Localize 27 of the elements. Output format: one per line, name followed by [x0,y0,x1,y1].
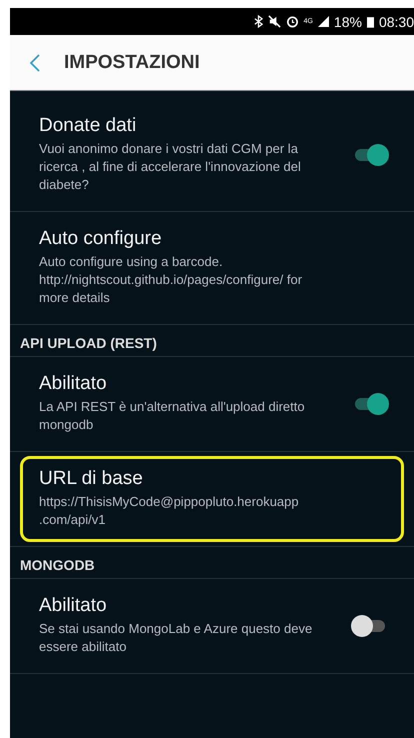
setting-summary: Vuoi anonimo donare i vostri dati CGM per la ricerca , al fine di accelerare l'innovazione del diabete? [39,140,302,194]
setting-item[interactable]: Abilitato La API REST è un'alternativa all'upload diretto mongodb [20,361,404,447]
setting-item[interactable]: Abilitato Se stai usando MongoLab e Azure questo deve essere abilitato [20,583,404,669]
setting-summary: Auto configure using a barcode. http://nightscout.github.io/pages/configure/ for more details [39,253,304,307]
setting-title: Auto configure [39,228,163,250]
battery-icon [366,16,374,28]
clock: 08:30 [378,14,414,30]
setting-title: URL di base [39,468,144,490]
setting-summary: https://ThisisMyCode@pippopluto.herokuapp .com/api/v1 [39,493,300,529]
signal-icon [318,16,329,27]
alarm-icon [286,15,299,28]
mute-icon [268,15,281,28]
setting-summary: La API REST è un'alternativa all'upload diretto mongodb [39,398,306,434]
setting-title: Abilitato [39,595,108,617]
section-header: MONGODB [10,547,414,579]
back-icon [30,54,40,72]
setting-item[interactable]: Auto configure Auto configure using a barcode. http://nightscout.github.io/pages/configure/ for more details [20,216,404,320]
setting-item[interactable]: URL di base https://ThisisMyCode@pippopluto.herokuapp .com/api/v1 [20,456,404,542]
setting-title: Abilitato [39,373,108,395]
setting-summary: Se stai usando MongoLab e Azure questo deve essere abilitato [39,620,314,656]
bluetooth-icon [254,15,263,28]
setting-title: Donate dati [39,115,138,137]
battery-percent: 18% [334,14,362,30]
section-header: API UPLOAD (REST) [10,325,414,357]
setting-item[interactable]: Donate dati Vuoi anonimo donare i vostri dati CGM per la ricerca , al fine di accelerare l'innovazione del diabete? [20,103,404,207]
screen-title: IMPOSTAZIONI [64,52,200,74]
back-button[interactable] [30,54,40,72]
